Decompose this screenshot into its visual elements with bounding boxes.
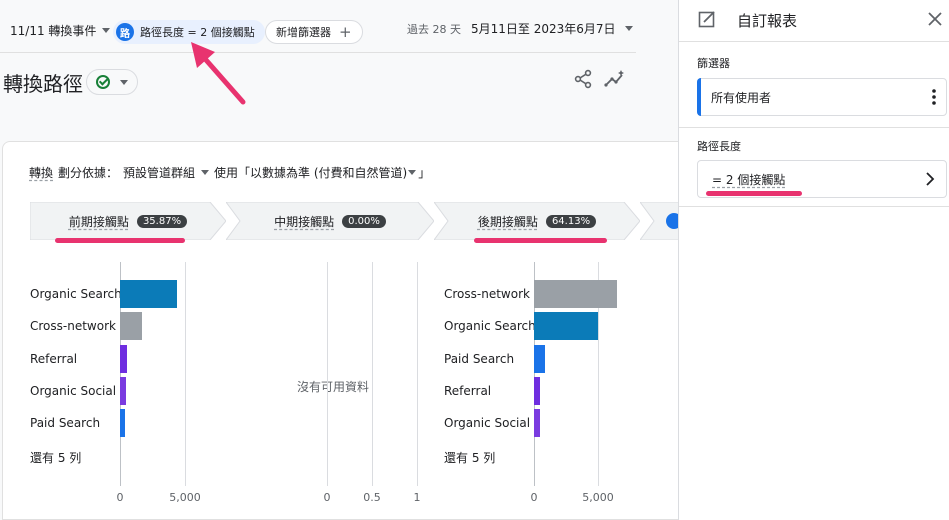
stage-early-touchpoints[interactable]: 前期接觸點 35.87%	[30, 202, 226, 240]
annotation-underline	[474, 238, 607, 243]
toolbar-divider	[0, 52, 636, 53]
stage-mid-touchpoints[interactable]: 中期接觸點 0.00%	[226, 202, 434, 240]
axis-gridline	[417, 262, 418, 486]
customize-report-panel: 自訂報表 篩選器 所有使用者 路徑長度 = 2 個接觸點	[678, 0, 949, 520]
report-main-area: 11/11 轉換事件 路 路徑長度 = 2 個接觸點 新增篩選器 + 過去 28…	[0, 0, 678, 520]
channel-bar[interactable]	[120, 280, 178, 308]
share-icon[interactable]	[573, 69, 593, 89]
axis-tick-label: 0	[323, 491, 331, 504]
conversion-event-selector[interactable]: 11/11 轉換事件	[10, 22, 111, 39]
segment-value: 所有使用者	[711, 90, 772, 105]
filter-section-label: 篩選器	[697, 57, 730, 70]
add-filter-label: 新增篩選器	[276, 26, 331, 39]
channel-bar[interactable]	[534, 344, 545, 373]
conversion-label[interactable]: 轉換	[29, 164, 53, 181]
attribution-model-selector[interactable]: 使用「以數據為準 (付費和自然管道)	[214, 164, 407, 181]
date-range-label: 5月11日至 2023年6月7日	[471, 22, 616, 36]
chevron-down-icon[interactable]	[408, 170, 417, 175]
stage-late-touchpoints[interactable]: 後期接觸點 64.13%	[434, 202, 640, 240]
category-label: Organic Social	[444, 416, 531, 431]
edit-report-icon	[698, 11, 715, 28]
panel-title: 自訂報表	[737, 12, 798, 30]
conversion-event-label: 11/11 轉換事件	[10, 24, 97, 38]
axis-tick-label: 1	[413, 491, 421, 504]
channel-bar[interactable]	[534, 409, 540, 438]
more-vert-icon[interactable]	[932, 88, 936, 106]
stage-next-arrow[interactable]	[640, 202, 678, 240]
axis-tick-label: 5,000	[169, 491, 201, 504]
axis-tick-label: 0.5	[363, 491, 381, 504]
channel-bar[interactable]	[120, 376, 127, 405]
insights-icon[interactable]	[604, 69, 626, 89]
channel-group-selector[interactable]: 預設管道群組	[123, 164, 195, 181]
axis-gridline	[327, 262, 328, 486]
stage-percent-badge: 0.00%	[342, 214, 386, 228]
report-status-chip[interactable]	[86, 69, 138, 95]
stage-shape	[640, 202, 678, 240]
plus-icon: +	[339, 23, 352, 41]
chevron-down-icon	[102, 28, 111, 33]
stage-label: 前期接觸點	[68, 214, 129, 229]
more-rows-label[interactable]: 還有 5 列	[444, 449, 495, 466]
channel-bar[interactable]	[120, 312, 143, 341]
channel-bar[interactable]	[120, 409, 126, 438]
channel-bar[interactable]	[534, 280, 618, 308]
axis-tick-label: 0	[530, 491, 538, 504]
axis-gridline	[185, 262, 186, 486]
chevron-down-icon	[120, 79, 128, 85]
annotation-underline	[706, 191, 802, 196]
no-data-message: 沒有可用資料	[297, 380, 370, 394]
category-label: Paid Search	[444, 351, 515, 366]
segment-field[interactable]: 所有使用者	[697, 78, 947, 116]
channel-bar[interactable]	[534, 376, 540, 405]
axis-gridline	[372, 262, 373, 486]
panel-header: 自訂報表	[679, 0, 949, 42]
stage-percent-badge: 64.13%	[545, 214, 597, 228]
stage-label: 後期接觸點	[477, 214, 538, 229]
channel-bar[interactable]	[534, 312, 598, 341]
stage-label: 中期接觸點	[274, 214, 335, 229]
category-label: Referral	[444, 383, 492, 398]
panel-divider	[679, 206, 949, 207]
chevron-down-icon	[624, 26, 633, 31]
category-label: Cross-network	[30, 319, 116, 334]
close-icon[interactable]	[927, 11, 943, 27]
axis-tick-label: 5,000	[582, 491, 614, 504]
axis-tick-label: 0	[116, 491, 124, 504]
page-title: 轉換路徑	[3, 72, 83, 96]
date-range-selector[interactable]: 過去 28 天 5月11日至 2023年6月7日	[407, 20, 633, 37]
category-label: Referral	[30, 351, 78, 366]
category-label: Organic Search	[30, 287, 122, 301]
add-filter-button[interactable]: 新增篩選器 +	[265, 20, 363, 44]
breakdown-row: 轉換 劃分依據： 預設管道群組 使用「以數據為準 (付費和自然管道) 」	[29, 164, 431, 181]
more-rows-label[interactable]: 還有 5 列	[30, 449, 81, 466]
segment-accent-bar	[697, 78, 701, 116]
annotation-underline	[55, 238, 185, 243]
chevron-right-icon[interactable]	[924, 171, 936, 187]
path-length-section-label: 路徑長度	[697, 140, 741, 153]
stage-percent-badge: 35.87%	[136, 214, 188, 228]
category-label: Cross-network	[444, 287, 530, 301]
category-label: Paid Search	[30, 416, 101, 431]
path-length-value: = 2 個接觸點	[712, 172, 786, 187]
date-range-prefix: 過去 28 天	[407, 22, 461, 36]
split-by-label: 劃分依據：	[58, 166, 119, 180]
category-label: Organic Social	[30, 383, 117, 398]
category-label: Organic Search	[444, 319, 536, 334]
annotation-arrow-icon	[191, 42, 246, 105]
check-circle-icon	[96, 75, 110, 89]
channel-bar[interactable]	[120, 344, 127, 373]
report-toolbar: 11/11 轉換事件 路 路徑長度 = 2 個接觸點 新增篩選器 + 過去 28…	[0, 0, 678, 56]
chevron-down-icon[interactable]	[201, 170, 210, 175]
filter-avatar-icon: 路	[116, 23, 134, 41]
filter-chip-label: 路徑長度 = 2 個接觸點	[140, 26, 255, 39]
panel-divider	[679, 127, 949, 128]
